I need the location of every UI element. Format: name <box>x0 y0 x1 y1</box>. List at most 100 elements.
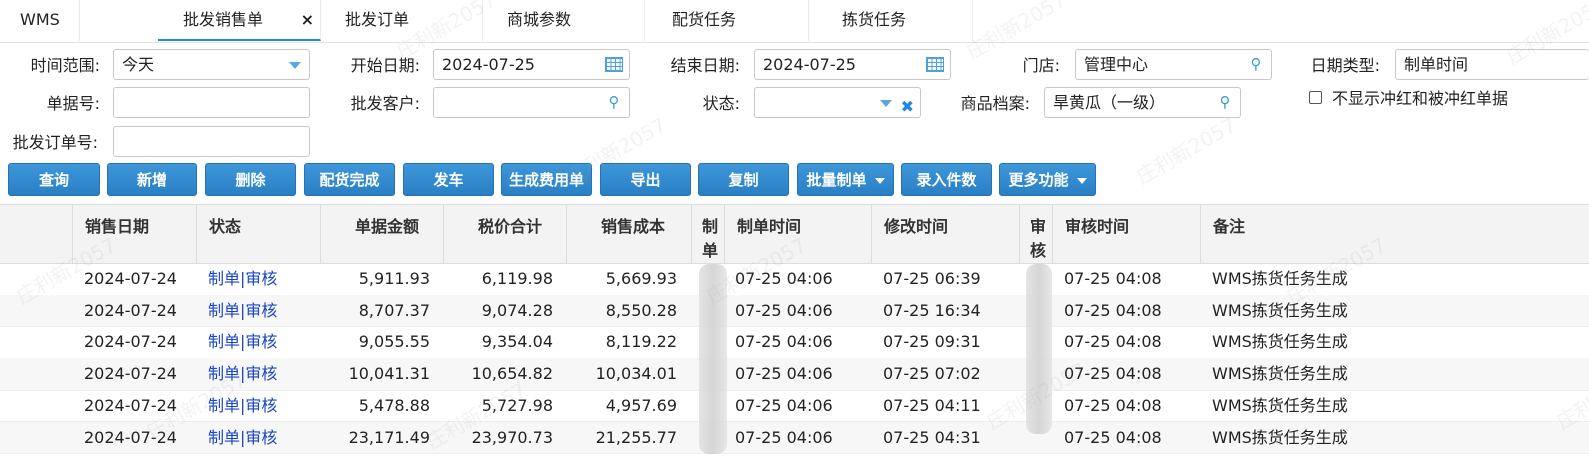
doc-no-input[interactable] <box>113 87 310 118</box>
chevron-down-icon[interactable] <box>880 100 892 107</box>
made-link[interactable]: 制单 <box>208 428 240 447</box>
made-link[interactable]: 制单 <box>208 301 240 320</box>
tab-wms[interactable]: WMS <box>0 0 80 41</box>
created-cell: 07-25 04:06 <box>735 300 833 320</box>
col-create-time[interactable]: 制单时间 <box>724 205 871 263</box>
search-icon[interactable]: ⚲ <box>1247 55 1265 73</box>
tab-label: 批发销售单 <box>182 10 263 29</box>
audited-link[interactable]: 审核 <box>245 301 277 320</box>
tab-wholesale-order[interactable]: 批发订单 <box>320 0 483 41</box>
tax-total-cell: 5,727.98 <box>481 395 553 415</box>
col-status[interactable]: 状态 <box>196 205 320 263</box>
query-button[interactable]: 查询 <box>8 163 100 196</box>
note-cell: WMS拣货任务生成 <box>1212 427 1348 447</box>
calendar-icon[interactable] <box>926 57 944 72</box>
col-note[interactable]: 备注 <box>1200 205 1589 263</box>
modified-cell: 07-25 09:31 <box>883 332 981 352</box>
audited-link[interactable]: 审核 <box>245 396 277 415</box>
status-select[interactable]: ✖ <box>754 87 921 118</box>
made-link[interactable]: 制单 <box>208 364 240 383</box>
note-cell: WMS拣货任务生成 <box>1212 332 1348 352</box>
audited-link[interactable]: 审核 <box>245 364 277 383</box>
made-link[interactable]: 制单 <box>208 269 240 288</box>
table-row[interactable]: 2024-07-24 制单|审核 9,055.55 9,354.04 8,119.22 0… <box>0 326 1589 359</box>
customer-field[interactable]: ⚲ <box>433 87 630 118</box>
modified-cell: 07-25 04:11 <box>883 395 981 415</box>
table-row[interactable]: 2024-07-24 制单|审核 10,041.31 10,654.82 10,034.… <box>0 358 1589 391</box>
col-sale-date[interactable]: 销售日期 <box>72 205 196 263</box>
start-date-field[interactable]: 2024-07-25 <box>433 49 630 80</box>
cost-cell: 21,255.77 <box>595 427 677 447</box>
cost-cell: 5,669.93 <box>605 269 677 288</box>
batch-create-button[interactable]: 批量制单 <box>797 163 894 196</box>
chevron-down-icon[interactable] <box>289 62 301 69</box>
col-cost[interactable]: 销售成本 <box>566 205 691 263</box>
created-cell: 07-25 04:06 <box>735 427 833 447</box>
date-cell: 2024-07-24 <box>84 427 177 447</box>
date-type-select[interactable]: 制单时间 <box>1395 49 1589 80</box>
cost-cell: 4,957.69 <box>605 395 677 415</box>
close-icon[interactable]: × <box>301 0 314 40</box>
date-cell: 2024-07-24 <box>84 364 177 384</box>
made-link[interactable]: 制单 <box>208 332 240 351</box>
created-cell: 07-25 04:06 <box>735 364 833 384</box>
store-field[interactable]: 管理中心 ⚲ <box>1075 49 1272 80</box>
col-modify-time[interactable]: 修改时间 <box>871 205 1019 263</box>
col-audit-time[interactable]: 审核时间 <box>1052 205 1200 263</box>
clear-icon[interactable]: ✖ <box>901 92 914 121</box>
doc-no-label: 单据号: <box>46 94 100 113</box>
note-cell: WMS拣货任务生成 <box>1212 300 1348 320</box>
customer-label: 批发客户: <box>350 94 420 113</box>
tab-distribution-task[interactable]: 配货任务 <box>644 0 809 41</box>
created-cell: 07-25 04:06 <box>735 395 833 415</box>
search-icon[interactable]: ⚲ <box>1216 93 1234 111</box>
copy-button[interactable]: 复制 <box>698 163 789 196</box>
modified-cell: 07-25 04:31 <box>883 427 981 447</box>
col-creator[interactable]: 制单 <box>691 205 724 263</box>
distribution-done-button[interactable]: 配货完成 <box>304 163 395 196</box>
search-icon[interactable]: ⚲ <box>605 93 623 111</box>
more-functions-button[interactable]: 更多功能 <box>999 163 1096 196</box>
col-tax-total[interactable]: 税价合计 <box>443 205 566 263</box>
amount-cell: 9,055.55 <box>358 332 430 352</box>
enter-pieces-button[interactable]: 录入件数 <box>901 163 992 196</box>
tab-picking-task[interactable]: 拣货任务 <box>808 0 973 41</box>
export-button[interactable]: 导出 <box>600 163 691 196</box>
col-auditor[interactable]: 审核 <box>1019 205 1052 263</box>
audited-at-cell: 07-25 04:08 <box>1064 395 1162 415</box>
watermark: 庄利新2057 <box>1132 112 1241 189</box>
audited-at-cell: 07-25 04:08 <box>1064 332 1162 352</box>
table-row[interactable]: 2024-07-24 制单|审核 8,707.37 9,074.28 8,550.28 0… <box>0 294 1589 328</box>
time-range-select[interactable]: 今天 <box>113 49 310 80</box>
tab-wholesale-sales[interactable]: 批发销售单 × <box>158 0 321 41</box>
status-cell: 制单|审核 <box>208 422 318 453</box>
add-button[interactable]: 新增 <box>107 163 197 196</box>
table-row[interactable]: 2024-07-24 制单|审核 5,911.93 6,119.98 5,669.93 0… <box>0 263 1589 296</box>
product-value: 旱黄瓜（一级） <box>1053 93 1166 112</box>
audited-link[interactable]: 审核 <box>245 428 277 447</box>
cost-cell: 10,034.01 <box>595 364 677 384</box>
table-row[interactable]: 2024-07-24 制单|审核 23,171.49 23,970.73 21,255.… <box>0 421 1589 454</box>
date-cell: 2024-07-24 <box>84 269 177 288</box>
generate-fee-button[interactable]: 生成费用单 <box>501 163 592 196</box>
audited-link[interactable]: 审核 <box>245 269 277 288</box>
hide-red-checkbox[interactable] <box>1309 91 1322 104</box>
order-no-input[interactable] <box>113 126 310 157</box>
date-cell: 2024-07-24 <box>84 332 177 352</box>
redacted-auditor <box>1026 264 1052 434</box>
tab-mall-params[interactable]: 商城参数 <box>482 0 645 41</box>
calendar-icon[interactable] <box>605 57 623 72</box>
dispatch-button[interactable]: 发车 <box>403 163 494 196</box>
chevron-down-icon <box>874 177 885 184</box>
store-label: 门店: <box>1022 56 1060 75</box>
tab-label: 配货任务 <box>671 10 736 29</box>
audited-link[interactable]: 审核 <box>245 332 277 351</box>
col-amount[interactable]: 单据金额 <box>320 205 443 263</box>
table-row[interactable]: 2024-07-24 制单|审核 5,478.88 5,727.98 4,957.69 0… <box>0 390 1589 423</box>
date-cell: 2024-07-24 <box>84 395 177 415</box>
more-functions-label: 更多功能 <box>1008 171 1069 189</box>
product-field[interactable]: 旱黄瓜（一级） ⚲ <box>1044 87 1241 118</box>
delete-button[interactable]: 删除 <box>205 163 296 196</box>
made-link[interactable]: 制单 <box>208 396 240 415</box>
end-date-field[interactable]: 2024-07-25 <box>754 49 951 80</box>
